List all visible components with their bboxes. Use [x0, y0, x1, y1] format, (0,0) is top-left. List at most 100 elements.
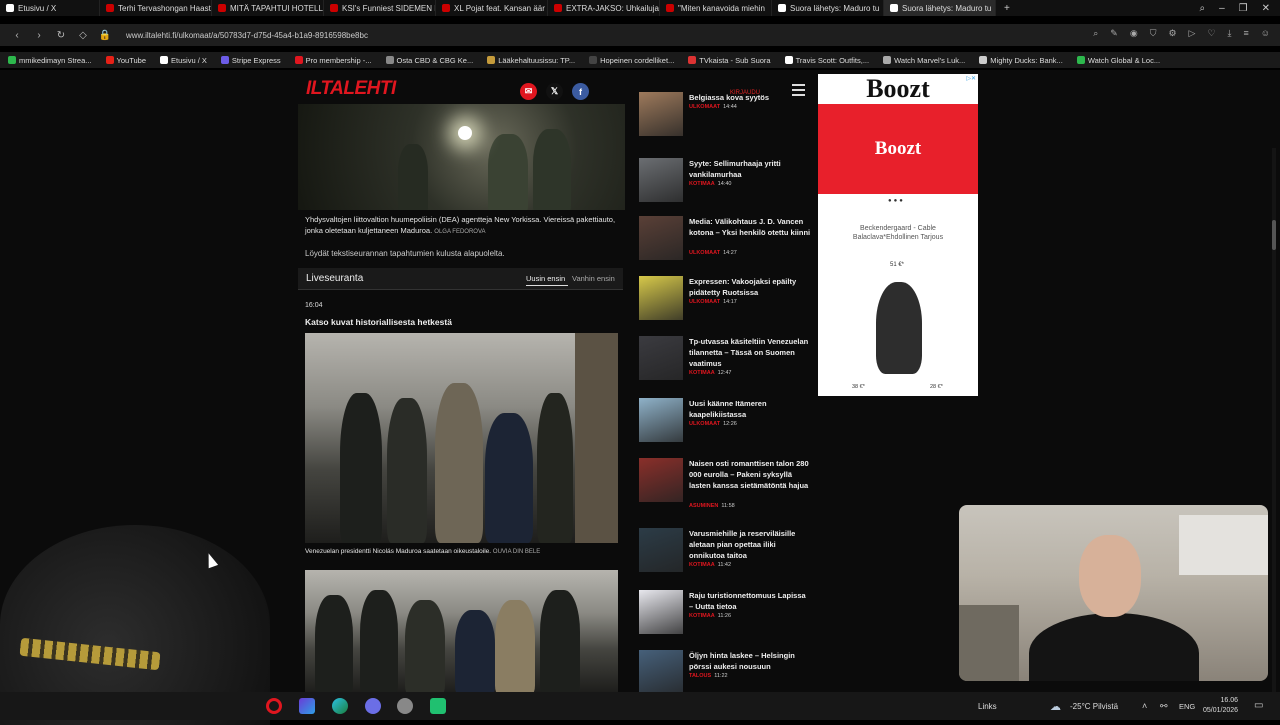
minimize-icon[interactable]: –	[1219, 3, 1225, 14]
x-share-icon[interactable]: 𝕏	[546, 83, 563, 100]
tab-1[interactable]: Terhi Tervashongan Haast	[100, 0, 212, 16]
tab-7[interactable]: Suora lähetys: Maduro tu	[772, 0, 884, 16]
bookmark-item[interactable]: Mighty Ducks: Bank...	[979, 56, 1063, 65]
opera-icon[interactable]	[266, 698, 282, 714]
news-category: KOTIMAA	[689, 181, 715, 187]
bookmark-favicon-icon	[784, 56, 793, 64]
tab-6[interactable]: "Miten kanavoida miehin	[660, 0, 772, 16]
tab-label: "Miten kanavoida miehin	[678, 3, 765, 13]
shield-icon[interactable]: ⛉	[1150, 28, 1157, 39]
tab-label: Suora lähetys: Maduro tu	[902, 3, 992, 13]
live-photo-1[interactable]	[305, 333, 618, 543]
app-icon[interactable]	[397, 698, 413, 714]
bookmark-item[interactable]: Watch Marvel's Luk...	[883, 56, 965, 65]
bookmark-item[interactable]: Lääkehaltuusissu: TP...	[487, 56, 575, 65]
news-thumbnail	[639, 276, 683, 320]
news-item[interactable]: Öljyn hinta laskee – Helsingin pörssi au…	[639, 650, 811, 692]
bookmark-item[interactable]: Stripe Express	[220, 56, 281, 65]
ad-choices-icon[interactable]: ▷✕	[966, 75, 976, 82]
news-item[interactable]: Tp-utvassa käsiteltiin Venezuelan tilann…	[639, 336, 811, 384]
ad-banner: Boozt	[818, 104, 978, 194]
profile-icon[interactable]: ☺	[1261, 28, 1270, 39]
new-tab-button[interactable]: +	[996, 3, 1018, 14]
edge-icon[interactable]	[332, 698, 348, 714]
maximize-icon[interactable]: ❐	[1239, 3, 1248, 14]
heart-icon[interactable]: ♡	[1207, 28, 1215, 39]
news-category: ASUMINEN	[689, 503, 719, 509]
news-category: ULKOMAAT	[689, 104, 721, 110]
iltalehti-icon	[890, 4, 898, 12]
taskbar-links[interactable]: Links	[978, 702, 997, 711]
news-item[interactable]: Belgiassa kova syytös ULKOMAAT 14:44	[639, 92, 811, 140]
chat-app-icon[interactable]	[430, 698, 446, 714]
news-time: 12:26	[723, 421, 737, 427]
bookmark-item[interactable]: Hopeinen cordelliket...	[589, 56, 674, 65]
network-icon[interactable]: ⚯	[1160, 701, 1168, 712]
bookmark-item[interactable]: Osta CBD & CBG Ke...	[385, 56, 473, 65]
bookmark-item[interactable]: Pro membership -...	[294, 56, 372, 65]
advertisement[interactable]: Boozt ▷✕ Boozt ●●● Beckendergaard - Cabl…	[818, 74, 978, 396]
carousel-dots[interactable]: ●●●	[888, 198, 905, 204]
weather-widget[interactable]: -25°C Pilvistä	[1070, 702, 1118, 711]
edit-icon[interactable]: ✎	[1110, 28, 1118, 39]
photo-credit: OUVIA DIN BELE	[492, 549, 541, 555]
bookmark-label: Watch Global & Loc...	[1087, 55, 1161, 65]
chevron-up-icon[interactable]: ˄	[1142, 701, 1147, 711]
bookmark-item[interactable]: TVkaista - Sub Suora	[688, 56, 771, 65]
facebook-icon[interactable]: f	[572, 83, 589, 100]
forward-icon[interactable]: ›	[28, 30, 50, 41]
news-thumbnail	[639, 92, 683, 136]
notification-icon[interactable]: ▭	[1254, 700, 1263, 711]
bookmarks-bar: mmikedimayn Strea... YouTube Etusivu / X St…	[0, 52, 1280, 68]
news-item[interactable]: Media: Välikohtaus J. D. Vancen kotona –…	[639, 216, 811, 264]
url-field[interactable]: www.iltalehti.fi/ulkomaat/a/50783d7-d75d…	[126, 31, 368, 40]
bookmark-label: Hopeinen cordelliket...	[600, 55, 675, 65]
youtube-icon	[218, 4, 226, 12]
news-item[interactable]: Syyte: Sellimurhaaja yritti vankilamurha…	[639, 158, 811, 206]
discord-icon[interactable]	[365, 698, 381, 714]
close-window-icon[interactable]: ✕	[1262, 3, 1270, 14]
tab-0[interactable]: Etusivu / X	[0, 0, 100, 16]
tab-8[interactable]: Suora lähetys: Maduro tu✕	[884, 0, 996, 16]
zoom-icon[interactable]: ⌕	[1093, 28, 1098, 39]
menu-icon[interactable]: ≡	[1244, 28, 1249, 39]
search-icon[interactable]: ⌕	[1199, 3, 1205, 14]
news-thumbnail	[639, 590, 683, 634]
back-icon[interactable]: ‹	[6, 30, 28, 41]
bookmark-item[interactable]: YouTube	[105, 56, 146, 65]
shield-icon[interactable]: ◇	[72, 30, 94, 41]
play-icon[interactable]: ▷	[1189, 28, 1196, 39]
clock[interactable]: 16.06 05/01/2026	[1203, 696, 1238, 716]
sort-oldest-tab[interactable]: Vanhin ensin	[572, 274, 615, 283]
live-entry-headline: Katso kuvat historiallisesta hetkestä	[305, 317, 452, 327]
news-item[interactable]: Naisen osti romanttisen talon 280 000 eu…	[639, 458, 811, 509]
download-icon[interactable]: ⤓	[1228, 28, 1232, 39]
news-time: 12:47	[717, 370, 732, 376]
news-item[interactable]: Raju turistionnettomuus Lapissa – Uutta …	[639, 590, 811, 638]
sort-newest-tab[interactable]: Uusin ensin	[526, 274, 565, 283]
camera-icon[interactable]: ◉	[1130, 28, 1138, 39]
tab-4[interactable]: XL Pojat feat. Kansan äär	[436, 0, 548, 16]
bookmark-item[interactable]: Travis Scott: Outfits,...	[784, 56, 869, 65]
tab-label: Suora lähetys: Maduro tu	[790, 3, 880, 13]
news-title: Öljyn hinta laskee – Helsingin pörssi au…	[689, 651, 795, 671]
tab-2[interactable]: MITÄ TAPAHTUI HOTELLI	[212, 0, 324, 16]
photoshop-icon[interactable]	[299, 698, 315, 714]
bookmark-favicon-icon	[220, 56, 229, 64]
bookmark-item[interactable]: Etusivu / X	[160, 56, 207, 65]
news-item[interactable]: Expressen: Vakoojaksi epäilty pidätetty …	[639, 276, 811, 324]
reload-icon[interactable]: ↻	[50, 30, 72, 41]
site-logo[interactable]: ILTALEHTI	[306, 78, 396, 100]
extension-icon[interactable]: ⚙	[1168, 28, 1176, 39]
bookmark-item[interactable]: Watch Global & Loc...	[1076, 55, 1161, 65]
news-title: Expressen: Vakoojaksi epäilty pidätetty …	[689, 277, 797, 297]
tab-3[interactable]: KSI's Funniest SIDEMEN M	[324, 0, 436, 16]
news-item[interactable]: Uusi käänne Itämeren kaapelikiistassa ULK…	[639, 398, 811, 446]
scrollbar-thumb[interactable]	[1272, 220, 1276, 250]
news-item[interactable]: Varusmiehille ja reserviläisille aletaan…	[639, 528, 811, 576]
bookmark-item[interactable]: mmikedimayn Strea...	[8, 56, 92, 65]
mail-icon[interactable]: ✉	[520, 83, 537, 100]
language-indicator[interactable]: ENG	[1179, 702, 1195, 711]
live-photo-2[interactable]	[305, 570, 618, 692]
tab-5[interactable]: EXTRA-JAKSO: Uhkailuja	[548, 0, 660, 16]
